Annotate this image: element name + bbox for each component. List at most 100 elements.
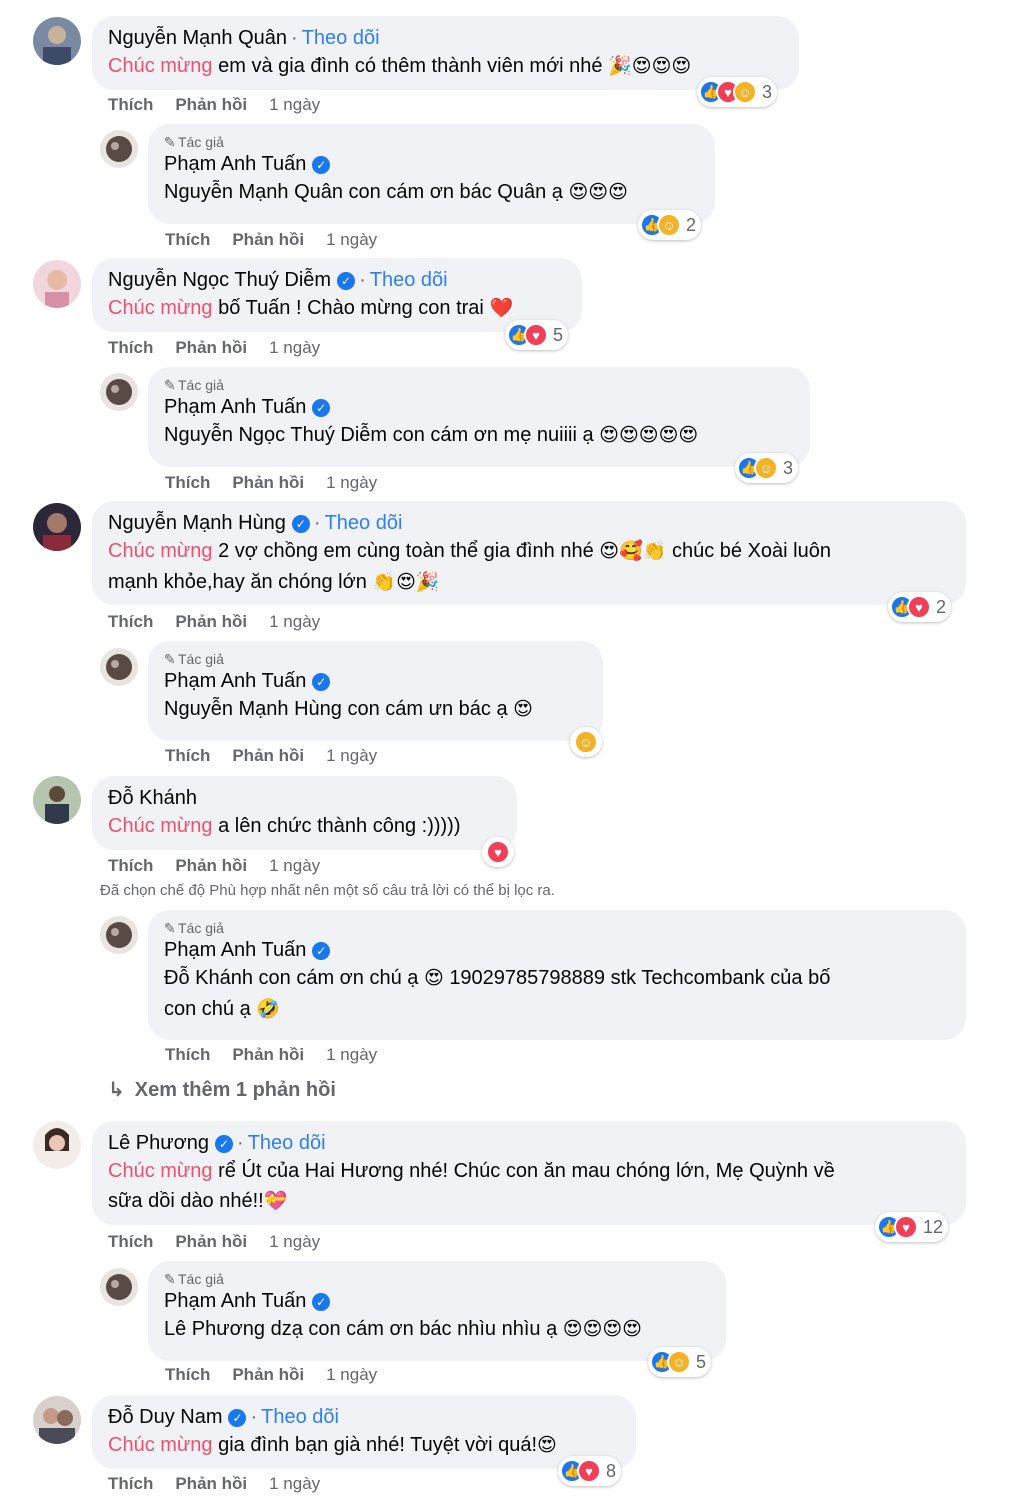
- avatar[interactable]: [33, 17, 81, 65]
- comment-text: con chú ạ: [164, 998, 251, 1020]
- reaction-summary[interactable]: 👍 ☺ 3: [735, 453, 799, 483]
- reaction-summary[interactable]: 👍 ☺ 2: [638, 210, 702, 240]
- like-button[interactable]: Thích: [165, 1045, 210, 1064]
- follow-button[interactable]: Theo dõi: [370, 269, 448, 291]
- like-button[interactable]: Thích: [108, 1474, 153, 1493]
- reaction-summary[interactable]: 👍 ☺ 5: [648, 1347, 712, 1377]
- reaction-summary[interactable]: 👍 ♥ 8: [558, 1456, 622, 1486]
- timestamp[interactable]: 1 ngày: [269, 95, 320, 114]
- highlight-link[interactable]: Chúc mừng: [108, 1160, 213, 1182]
- commenter-name[interactable]: Lê Phương: [108, 1132, 209, 1154]
- like-button[interactable]: Thích: [165, 1365, 210, 1384]
- highlight-link[interactable]: Chúc mừng: [108, 297, 213, 319]
- timestamp[interactable]: 1 ngày: [326, 230, 377, 249]
- reply-button[interactable]: Phản hồi: [232, 473, 304, 492]
- reply-button[interactable]: Phản hồi: [232, 746, 304, 765]
- reply-button[interactable]: Phản hồi: [175, 612, 247, 631]
- reaction-summary[interactable]: ♥: [482, 837, 514, 867]
- like-button[interactable]: Thích: [165, 230, 210, 249]
- commenter-name[interactable]: Phạm Anh Tuấn: [164, 1290, 306, 1312]
- like-button[interactable]: Thích: [165, 746, 210, 765]
- separator-dot: ·: [313, 512, 321, 534]
- comment-actions: Thích Phản hồi 1 ngày: [108, 612, 342, 632]
- separator-dot: ·: [250, 1406, 258, 1428]
- reaction-count: 2: [936, 596, 947, 617]
- commenter-name[interactable]: Đỗ Duy Nam: [108, 1406, 222, 1428]
- like-button[interactable]: Thích: [108, 1232, 153, 1251]
- reply-button[interactable]: Phản hồi: [232, 230, 304, 249]
- like-button[interactable]: Thích: [108, 856, 153, 875]
- follow-button[interactable]: Theo dõi: [302, 27, 380, 49]
- reply-button[interactable]: Phản hồi: [232, 1045, 304, 1064]
- comment-text: rể Út của Hai Hương nhé! Chúc con ăn mau…: [218, 1160, 835, 1182]
- avatar[interactable]: [33, 776, 81, 824]
- reply-button[interactable]: Phản hồi: [232, 1365, 304, 1384]
- love-reaction-icon: ♥: [524, 323, 548, 347]
- avatar[interactable]: [33, 1396, 81, 1444]
- commenter-name[interactable]: Nguyễn Ngọc Thuý Diễm: [108, 269, 331, 291]
- reply-button[interactable]: Phản hồi: [175, 1232, 247, 1251]
- reply-button[interactable]: Phản hồi: [175, 338, 247, 357]
- like-button[interactable]: Thích: [108, 612, 153, 631]
- view-more-label: Xem thêm 1 phản hồi: [134, 1079, 336, 1101]
- comment-text: Nguyễn Mạnh Quân con cám ơn bác Quân ạ: [164, 181, 563, 203]
- reply-arrow-icon: ↳: [108, 1079, 125, 1101]
- like-button[interactable]: Thích: [108, 338, 153, 357]
- timestamp[interactable]: 1 ngày: [269, 856, 320, 875]
- follow-button[interactable]: Theo dõi: [261, 1406, 339, 1428]
- comment-actions: Thích Phản hồi 1 ngày: [108, 95, 342, 115]
- comment-bubble: Nguyễn Ngọc Thuý Diễm ✓ · Theo dõi Chúc mừn…: [92, 258, 582, 332]
- commenter-name[interactable]: Phạm Anh Tuấn: [164, 670, 306, 692]
- comment-actions: Thích Phản hồi 1 ngày: [108, 1474, 342, 1494]
- emoji: 😍😍😍😍: [562, 1319, 642, 1340]
- timestamp[interactable]: 1 ngày: [326, 1365, 377, 1384]
- emoji: 👏😍🎉: [372, 572, 440, 593]
- reaction-summary[interactable]: 👍 ♥ ☺ 3: [697, 77, 778, 107]
- reaction-summary[interactable]: 👍 ♥ 12: [875, 1212, 949, 1242]
- timestamp[interactable]: 1 ngày: [269, 338, 320, 357]
- timestamp[interactable]: 1 ngày: [269, 1474, 320, 1493]
- reply-button[interactable]: Phản hồi: [175, 856, 247, 875]
- care-reaction-icon: ☺: [754, 456, 778, 480]
- commenter-name[interactable]: Phạm Anh Tuấn: [164, 153, 306, 175]
- timestamp[interactable]: 1 ngày: [326, 746, 377, 765]
- reaction-summary[interactable]: 👍 ♥ 5: [505, 320, 569, 350]
- avatar[interactable]: [100, 373, 138, 411]
- commenter-name[interactable]: Phạm Anh Tuấn: [164, 396, 306, 418]
- avatar[interactable]: [100, 648, 138, 686]
- avatar[interactable]: [100, 1268, 138, 1306]
- view-more-replies[interactable]: ↳ Xem thêm 1 phản hồi: [108, 1077, 336, 1102]
- author-tag: ✎ Tác giả: [164, 133, 699, 151]
- highlight-link[interactable]: Chúc mừng: [108, 540, 213, 562]
- like-button[interactable]: Thích: [165, 473, 210, 492]
- comment-text: sữa dồi dào nhé!!: [108, 1190, 264, 1212]
- avatar[interactable]: [100, 916, 138, 954]
- follow-button[interactable]: Theo dõi: [248, 1132, 326, 1154]
- timestamp[interactable]: 1 ngày: [326, 473, 377, 492]
- comment-text: 19029785798889 stk Techcombank của bố: [449, 967, 831, 989]
- comment-text: a lên chức thành công :))))): [218, 815, 461, 837]
- reaction-summary[interactable]: ☺: [570, 727, 602, 757]
- timestamp[interactable]: 1 ngày: [269, 1232, 320, 1251]
- verified-icon: ✓: [312, 672, 331, 691]
- commenter-name[interactable]: Nguyễn Mạnh Quân: [108, 27, 287, 49]
- reply-button[interactable]: Phản hồi: [175, 95, 247, 114]
- care-reaction-icon: ☺: [667, 1350, 691, 1374]
- avatar[interactable]: [33, 260, 81, 308]
- commenter-name[interactable]: Nguyễn Mạnh Hùng: [108, 512, 286, 534]
- follow-button[interactable]: Theo dõi: [325, 512, 403, 534]
- love-reaction-icon: ♥: [486, 840, 510, 864]
- highlight-link[interactable]: Chúc mừng: [108, 815, 213, 837]
- timestamp[interactable]: 1 ngày: [269, 612, 320, 631]
- reaction-summary[interactable]: 👍 ♥ 2: [888, 592, 952, 622]
- avatar[interactable]: [100, 130, 138, 168]
- highlight-link[interactable]: Chúc mừng: [108, 1434, 213, 1456]
- highlight-link[interactable]: Chúc mừng: [108, 55, 213, 77]
- like-button[interactable]: Thích: [108, 95, 153, 114]
- avatar[interactable]: [33, 1121, 81, 1169]
- reply-button[interactable]: Phản hồi: [175, 1474, 247, 1493]
- commenter-name[interactable]: Phạm Anh Tuấn: [164, 939, 306, 961]
- timestamp[interactable]: 1 ngày: [326, 1045, 377, 1064]
- avatar[interactable]: [33, 503, 81, 551]
- commenter-name[interactable]: Đỗ Khánh: [108, 787, 197, 809]
